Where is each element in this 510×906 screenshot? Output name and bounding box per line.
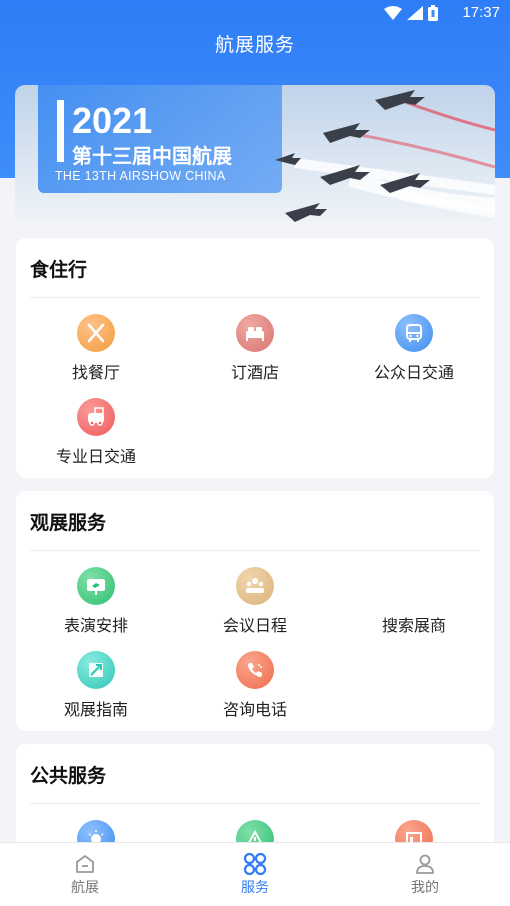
find-restaurant-button[interactable]: 找餐厅	[16, 314, 176, 383]
section-title: 公共服务	[30, 761, 107, 791]
item-label: 找餐厅	[71, 363, 120, 382]
page-title: 航展服务	[214, 34, 295, 56]
public-day-transport-button[interactable]: 公众日交通	[334, 314, 494, 383]
search-exhibitors-button[interactable]: 搜索展商	[334, 567, 494, 636]
book-hotel-button[interactable]: 订酒店	[175, 314, 335, 383]
signal-icon	[407, 6, 423, 20]
item-label: 会议日程	[222, 616, 287, 635]
visitor-guide-button[interactable]: 观展指南	[16, 651, 176, 720]
battery-icon	[428, 5, 438, 21]
section-food-lodging-transport: 食住行 找餐厅 订酒店 公众日交通 专业日交通	[16, 238, 494, 478]
wifi-icon	[384, 6, 402, 20]
banner-title: 第十三届中国航展	[72, 144, 232, 168]
services-grid-icon	[243, 852, 267, 876]
banner-accent-bar	[57, 100, 64, 162]
divider	[30, 550, 480, 551]
item-label: 公众日交通	[373, 363, 454, 382]
tab-services[interactable]: 服务	[195, 851, 315, 897]
guide-map-icon	[77, 651, 115, 689]
airshow-banner[interactable]: 2021 第十三届中国航展 THE 13TH AIRSHOW CHINA	[15, 85, 495, 222]
tab-label: 航展	[71, 880, 99, 896]
user-icon	[416, 854, 434, 874]
section-title: 食住行	[30, 255, 88, 285]
hotel-bed-icon	[236, 314, 274, 352]
item-label: 表演安排	[63, 616, 128, 635]
divider	[30, 803, 480, 804]
status-icons	[384, 5, 438, 21]
banner-subtitle: THE 13TH AIRSHOW CHINA	[55, 169, 226, 183]
item-label: 搜索展商	[381, 616, 446, 635]
restaurant-icon	[77, 314, 115, 352]
hotline-button[interactable]: 咨询电话	[175, 651, 335, 720]
home-icon	[76, 855, 94, 873]
banner-year: 2021	[72, 100, 153, 141]
professional-day-transport-button[interactable]: 专业日交通	[16, 398, 176, 467]
phone-icon	[236, 651, 274, 689]
clock: 17:37	[462, 4, 500, 21]
section-exhibition-services: 观展服务 表演安排 会议日程 搜索展商 观展指南 咨询电话	[16, 491, 494, 731]
item-label: 咨询电话	[222, 700, 287, 719]
tab-label: 我的	[411, 880, 439, 896]
item-label: 订酒店	[230, 363, 279, 382]
bus-icon	[395, 314, 433, 352]
section-title: 观展服务	[30, 508, 107, 538]
tab-airshow[interactable]: 航展	[25, 851, 145, 897]
item-label: 观展指南	[63, 700, 128, 719]
item-label: 专业日交通	[55, 447, 136, 466]
show-screen-icon	[77, 567, 115, 605]
tab-mine[interactable]: 我的	[365, 851, 485, 897]
tab-label: 服务	[241, 880, 269, 896]
jets-illustration	[275, 90, 495, 222]
shuttle-icon	[77, 398, 115, 436]
meeting-icon	[236, 567, 274, 605]
bottom-tab-bar: 航展 服务 我的	[0, 842, 510, 906]
status-bar: 17:37	[0, 0, 510, 26]
meeting-agenda-button[interactable]: 会议日程	[175, 567, 335, 636]
search-exhibitors-icon	[395, 567, 433, 605]
divider	[30, 297, 480, 298]
performance-schedule-button[interactable]: 表演安排	[16, 567, 176, 636]
